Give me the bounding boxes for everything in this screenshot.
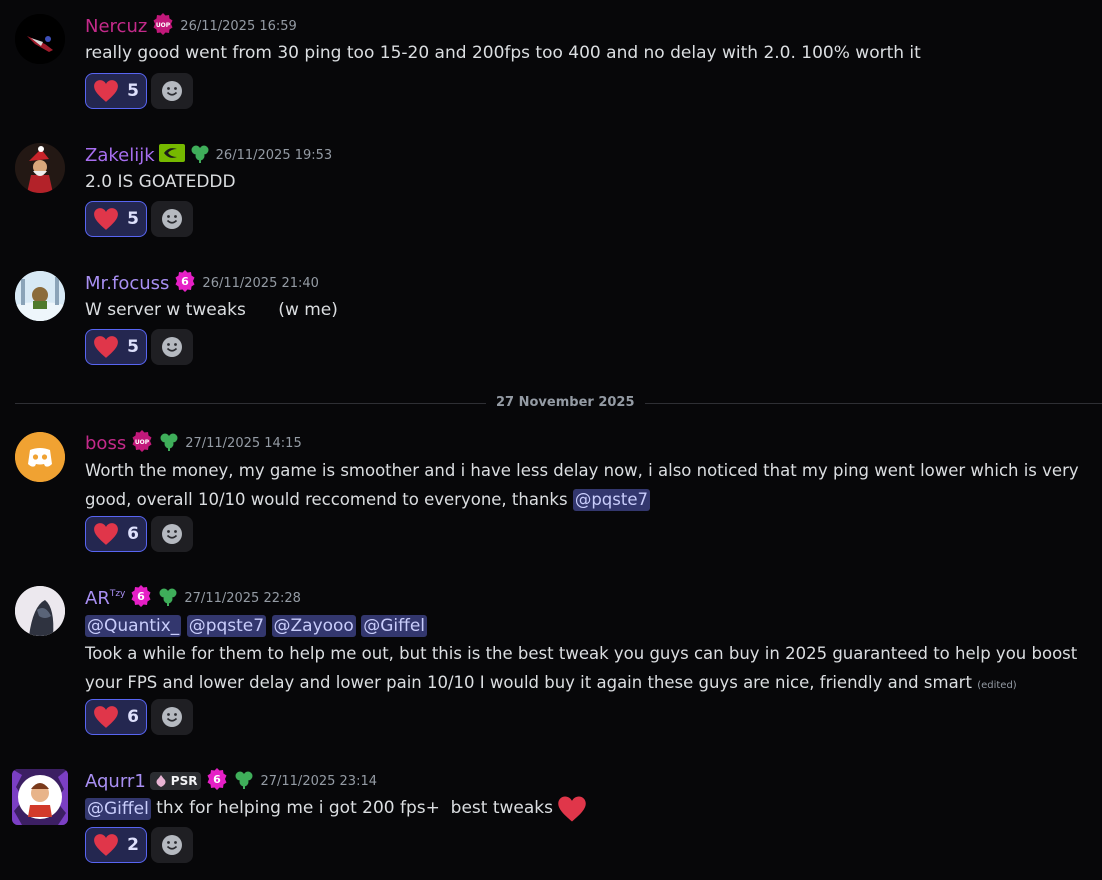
reaction-count: 5 (127, 81, 139, 101)
user-mention[interactable]: @pqste7 (186, 615, 267, 637)
message-text-block: Worth the money, my game is smoother and… (85, 456, 1082, 514)
smiley-icon (162, 337, 182, 357)
heart-reaction[interactable]: 5 (85, 73, 147, 109)
reaction-bar: 2 (85, 827, 193, 865)
timestamp: 26/11/2025 16:59 (180, 18, 297, 34)
heart-reaction[interactable]: 6 (85, 516, 147, 552)
add-reaction-button[interactable] (151, 516, 193, 552)
add-reaction-button[interactable] (151, 329, 193, 365)
red-heart-icon (94, 336, 118, 358)
avatar[interactable] (15, 143, 65, 193)
level-badge-label: 6 (138, 590, 146, 603)
uop-badge-icon[interactable]: UOP (151, 12, 175, 40)
add-reaction-button[interactable] (151, 201, 193, 237)
mention-line: @Quantix_ @pqste7 @Zayooo @Giffel (85, 612, 1082, 641)
avatar[interactable] (12, 769, 68, 825)
level-badge-label: 6 (214, 773, 222, 786)
timestamp: 26/11/2025 19:53 (215, 147, 333, 163)
reaction-count: 5 (127, 209, 139, 229)
avatar[interactable] (15, 14, 65, 64)
username[interactable]: Aqurr1 (85, 771, 146, 792)
avatar[interactable] (15, 586, 65, 636)
add-reaction-button[interactable] (151, 73, 193, 109)
edited-label: (edited) (977, 680, 1017, 691)
uop-badge-icon[interactable]: UOP (130, 429, 154, 457)
clan-tag[interactable]: PSR (149, 772, 202, 790)
red-heart-icon (94, 834, 118, 856)
onion-icon (156, 775, 166, 787)
red-heart-icon (94, 706, 118, 728)
user-mention[interactable]: @Giffel (85, 797, 151, 820)
timestamp: 27/11/2025 14:15 (185, 435, 302, 451)
smiley-icon (162, 81, 182, 101)
smiley-icon (162, 209, 182, 229)
message-text: really good went from 30 ping too 15-20 … (85, 43, 921, 63)
red-heart-icon (94, 80, 118, 102)
reaction-bar: 5 (85, 329, 193, 367)
smiley-icon (162, 835, 182, 855)
smiley-icon (162, 524, 182, 544)
avatar[interactable] (15, 432, 65, 482)
avatar[interactable] (15, 271, 65, 321)
clover-badge-icon[interactable] (157, 585, 179, 611)
heart-reaction[interactable]: 5 (85, 201, 147, 237)
username[interactable]: Zakelijk (85, 145, 155, 166)
clover-badge-icon[interactable] (189, 142, 211, 168)
message-text: Took a while for them to help me out, bu… (85, 644, 1078, 692)
timestamp: 26/11/2025 21:40 (202, 275, 319, 291)
user-mention[interactable]: @Giffel (361, 615, 428, 637)
reaction-count: 6 (127, 524, 139, 544)
level-6-badge-icon[interactable]: 6 (173, 269, 197, 297)
reaction-count: 6 (127, 707, 139, 727)
user-mention[interactable]: @Quantix_ (85, 615, 182, 637)
level-badge-label: 6 (182, 275, 190, 288)
heart-reaction[interactable]: 5 (85, 329, 147, 365)
heart-reaction[interactable]: 6 (85, 699, 147, 735)
message-text: W server w tweaks (w me) (85, 300, 338, 320)
reaction-bar: 6 (85, 516, 193, 554)
reaction-bar: 5 (85, 201, 193, 239)
clover-badge-icon[interactable] (158, 430, 180, 456)
user-mention[interactable]: @Zayooo (271, 615, 356, 637)
date-divider-label: 27 November 2025 (486, 395, 645, 410)
timestamp: 27/11/2025 23:14 (260, 773, 377, 789)
reaction-count: 2 (127, 835, 139, 855)
reaction-count: 5 (127, 337, 139, 357)
nvidia-badge-icon[interactable] (158, 144, 185, 166)
username[interactable]: boss (85, 433, 126, 454)
username[interactable]: Mr.focuss (85, 273, 169, 294)
uop-badge-label: UOP (135, 439, 150, 446)
timestamp: 27/11/2025 22:28 (184, 590, 301, 606)
user-mention[interactable]: @pqste7 (572, 489, 650, 511)
red-heart-icon (94, 208, 118, 230)
heart-reaction[interactable]: 2 (85, 827, 147, 863)
message-text-block: Took a while for them to help me out, bu… (85, 639, 1082, 700)
reaction-bar: 6 (85, 699, 193, 737)
username-superscript: Tzy (109, 589, 126, 599)
smiley-icon (162, 707, 182, 727)
add-reaction-button[interactable] (151, 827, 193, 863)
message-text: 2.0 IS GOATEDDD (85, 172, 236, 192)
clan-tag-label: PSR (170, 774, 198, 788)
clover-badge-icon[interactable] (233, 768, 255, 794)
username[interactable]: Nercuz (85, 16, 147, 37)
level-6-badge-icon[interactable]: 6 (205, 767, 229, 795)
message-text: thx for helping me i got 200 fps+ best t… (150, 798, 553, 818)
username[interactable]: AR (85, 588, 110, 609)
add-reaction-button[interactable] (151, 699, 193, 735)
red-heart-icon (94, 523, 118, 545)
message-text-block: @Giffel thx for helping me i got 200 fps… (85, 794, 1082, 823)
uop-badge-label: UOP (156, 22, 171, 29)
level-6-badge-icon[interactable]: 6 (129, 584, 153, 612)
red-heart-icon (558, 796, 586, 821)
reaction-bar: 5 (85, 73, 193, 111)
